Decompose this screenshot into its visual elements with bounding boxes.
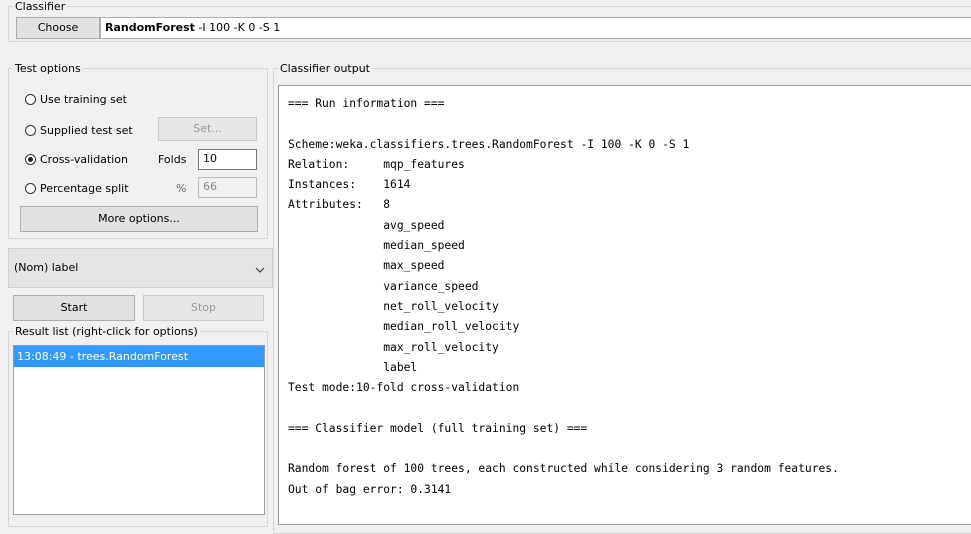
classifier-output-group-label: Classifier output xyxy=(280,62,370,75)
output-line: max_roll_velocity xyxy=(288,340,499,354)
output-line: median_roll_velocity xyxy=(288,320,520,334)
percentage-input[interactable]: 66 xyxy=(198,177,257,198)
output-line: net_roll_velocity xyxy=(288,299,499,313)
output-line: variance_speed xyxy=(288,279,479,293)
output-line: label xyxy=(288,360,418,374)
cross-validation-label: Cross-validation xyxy=(40,153,128,166)
percentage-split-radio[interactable]: Percentage split xyxy=(25,182,129,195)
radio-indicator-selected xyxy=(25,154,36,165)
more-options-button[interactable]: More options... xyxy=(20,206,258,232)
classifier-output-text[interactable]: === Run information === Scheme:weka.clas… xyxy=(278,85,971,525)
output-line: Scheme:weka.classifiers.trees.RandomFore… xyxy=(288,137,690,151)
percentage-split-label: Percentage split xyxy=(40,182,129,195)
output-line: === Classifier model (full training set)… xyxy=(288,421,588,435)
output-line: max_speed xyxy=(288,259,445,273)
radio-indicator xyxy=(25,125,36,136)
output-line: Random forest of 100 trees, each constru… xyxy=(288,462,839,476)
supplied-test-set-radio[interactable]: Supplied test set xyxy=(25,124,133,137)
output-line: Relation: mqp_features xyxy=(288,157,465,171)
radio-indicator xyxy=(25,94,36,105)
choose-button[interactable]: Choose xyxy=(16,17,100,39)
set-test-set-button[interactable]: Set... xyxy=(158,117,257,141)
output-line: median_speed xyxy=(288,239,465,253)
output-line: avg_speed xyxy=(288,218,445,232)
use-training-set-label: Use training set xyxy=(40,93,127,106)
class-attribute-value: (Nom) label xyxy=(14,261,79,274)
cross-validation-radio[interactable]: Cross-validation xyxy=(25,153,128,166)
chevron-down-icon xyxy=(255,264,265,277)
use-training-set-radio[interactable]: Use training set xyxy=(25,93,127,106)
test-options-group-label: Test options xyxy=(15,62,81,75)
radio-indicator xyxy=(25,183,36,194)
classifier-group-label: Classifier xyxy=(15,0,66,13)
supplied-test-set-label: Supplied test set xyxy=(40,124,133,137)
classifier-options: -I 100 -K 0 -S 1 xyxy=(194,21,281,34)
output-line: Attributes: 8 xyxy=(288,198,391,212)
classifier-name: RandomForest xyxy=(105,21,195,34)
folds-input[interactable]: 10 xyxy=(198,149,257,170)
stop-button[interactable]: Stop xyxy=(143,295,264,321)
result-list-group-label: Result list (right-click for options) xyxy=(15,325,198,338)
classifier-config-field[interactable]: RandomForest -I 100 -K 0 -S 1 xyxy=(100,17,971,39)
output-line: === Run information === xyxy=(288,97,445,110)
result-list-panel[interactable]: 13:08:49 - trees.RandomForest xyxy=(13,345,265,515)
result-list-item[interactable]: 13:08:49 - trees.RandomForest xyxy=(14,346,264,367)
output-line: Test mode:10-fold cross-validation xyxy=(288,381,520,395)
output-line: Instances: 1614 xyxy=(288,178,411,192)
percent-symbol: % xyxy=(176,182,187,195)
output-line: Out of bag error: 0.3141 xyxy=(288,482,452,496)
start-button[interactable]: Start xyxy=(13,295,135,321)
folds-label: Folds xyxy=(158,153,187,166)
class-attribute-dropdown[interactable]: (Nom) label xyxy=(8,248,273,288)
